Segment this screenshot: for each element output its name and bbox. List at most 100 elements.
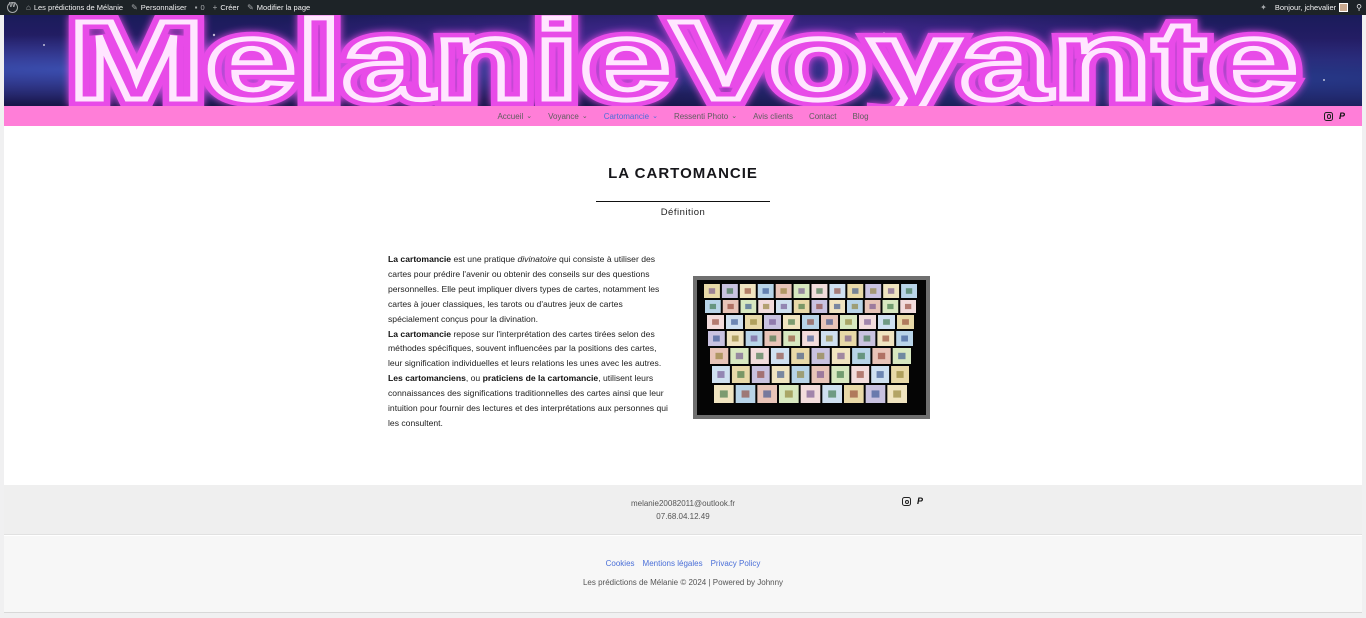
instagram-icon[interactable]	[1324, 111, 1333, 121]
text-span: , ou	[465, 373, 483, 384]
new-content-link[interactable]: + Créer	[209, 0, 243, 15]
site-footer: Cookies Mentions légales Privacy Policy …	[4, 536, 1362, 612]
tarot-card-figure	[784, 390, 793, 398]
tarot-card-figure	[727, 303, 734, 310]
tarot-card-figure	[780, 303, 788, 310]
footer-contact: melanie20082011@outlook.fr 07.68.04.12.4…	[4, 497, 1362, 523]
banner-neon-core: MelanieVoyante	[68, 15, 1298, 106]
paragraph-1: La cartomancie est une pratique divinato…	[388, 252, 673, 327]
tarot-card-figure	[901, 335, 908, 342]
tarot-card-figure	[857, 352, 865, 360]
nav-item-label: Blog	[852, 111, 869, 121]
tarot-card-figure	[816, 352, 825, 360]
search-button[interactable]: ⚲	[1352, 0, 1366, 15]
comment-icon: ▪	[194, 2, 198, 12]
tarot-card-figure	[870, 288, 877, 294]
tarot-card-figure	[849, 390, 858, 398]
tarot-card-figure	[777, 371, 785, 378]
nav-item-cartomancie[interactable]: Cartomancie ⌄	[596, 106, 666, 126]
wordpress-menu[interactable]	[0, 0, 22, 15]
tarot-card-figure	[896, 371, 904, 378]
tarot-card-figure	[776, 352, 784, 360]
avatar	[1339, 3, 1349, 12]
nav-item-label: Cartomancie	[603, 111, 650, 121]
paypal-icon[interactable]: P	[917, 497, 926, 506]
tarot-card-figure	[745, 303, 752, 310]
tarot-card-figure	[762, 288, 769, 294]
tarot-card-figure	[756, 352, 764, 360]
tarot-card-figure	[763, 390, 772, 398]
tarot-card-figure	[856, 371, 864, 378]
tarot-card-figure	[845, 319, 852, 325]
footer-link-cookies[interactable]: Cookies	[606, 559, 635, 568]
tarot-card-figure	[876, 371, 884, 378]
tarot-card-figure	[750, 335, 758, 342]
nav-item-voyance[interactable]: Voyance ⌄	[540, 106, 596, 126]
text-span: qui consiste à utiliser des cartes pour …	[388, 254, 660, 324]
my-account-menu[interactable]: Bonjour, jchevalier	[1271, 0, 1352, 15]
sparkle-icon: ✦	[1260, 2, 1267, 12]
footer-link-legal[interactable]: Mentions légales	[643, 559, 703, 568]
nav-item-avis-clients[interactable]: Avis clients	[745, 106, 801, 126]
tarot-card-figure	[750, 319, 757, 325]
chevron-down-icon: ⌄	[652, 112, 658, 120]
tarot-card-figure	[816, 371, 825, 378]
nav-item-ressenti-photo[interactable]: Ressenti Photo ⌄	[666, 106, 745, 126]
wordpress-logo-icon	[7, 2, 18, 13]
tarot-card-figure	[757, 371, 765, 378]
contact-email[interactable]: melanie20082011@outlook.fr	[4, 497, 1362, 510]
tarot-card-figure	[834, 288, 841, 294]
tarot-card-figure	[788, 319, 795, 325]
tarot-card-figure	[712, 319, 719, 325]
tarot-card-figure	[844, 335, 852, 342]
tarot-card-figure	[807, 319, 814, 325]
plus-icon: +	[212, 2, 218, 12]
footer-link-privacy[interactable]: Privacy Policy	[711, 559, 761, 568]
nav-menu: Accueil ⌄ Voyance ⌄ Cartomancie ⌄ Ressenti Pho…	[4, 106, 1362, 126]
nav-item-blog[interactable]: Blog	[845, 106, 877, 126]
tarot-card-figure	[798, 288, 805, 294]
tarot-card-figure	[883, 319, 890, 325]
tarot-card-figure	[744, 288, 751, 294]
definition-text: La cartomancie est une pratique divinato…	[388, 252, 673, 431]
site-name-link[interactable]: ⌂ Les prédictions de Mélanie	[22, 0, 127, 15]
nav-item-label: Ressenti Photo	[673, 111, 729, 121]
contact-phone[interactable]: 07.68.04.12.49	[4, 510, 1362, 523]
tarot-card-figure	[735, 352, 744, 360]
tarot-cards-illustration	[704, 284, 917, 403]
tarot-card-figure	[731, 319, 738, 325]
page-title: LA CARTOMANCIE	[608, 165, 758, 182]
tarot-card-figure	[864, 319, 871, 325]
tarot-card-figure	[825, 335, 833, 342]
customize-link[interactable]: ✎ Personnaliser	[127, 0, 191, 15]
header-social-links: P	[1324, 106, 1348, 126]
tarot-card-figure	[863, 335, 871, 342]
header-banner[interactable]: MelanieVoyante MelanieVoyante	[4, 15, 1362, 106]
tarot-card-figure	[837, 352, 845, 360]
tarot-cards-photo	[693, 276, 930, 419]
copyright: Les prédictions de Mélanie © 2024 | Powe…	[582, 578, 784, 587]
edit-page-label: Modifier la page	[256, 3, 311, 12]
customize-label: Personnaliser	[140, 3, 187, 12]
banner-logo-image: MelanieVoyante MelanieVoyante	[43, 15, 1325, 106]
page: MelanieVoyante MelanieVoyante Accueil ⌄ Vo…	[4, 15, 1362, 613]
text-span: est une pratique	[451, 254, 518, 264]
bold-term: Les cartomanciens	[388, 373, 466, 384]
tarot-card-figure	[869, 303, 876, 310]
tarot-card-figure	[826, 319, 833, 325]
tarot-card-figure	[769, 319, 776, 325]
edit-page-link[interactable]: ✎ Modifier la page	[243, 0, 314, 15]
tarot-card-figure	[737, 371, 745, 378]
nav-item-accueil[interactable]: Accueil ⌄	[489, 106, 540, 126]
nav-item-contact[interactable]: Contact	[801, 106, 845, 126]
instagram-icon[interactable]	[902, 497, 911, 506]
paypal-icon[interactable]: P	[1339, 111, 1348, 121]
tarot-card-figure	[713, 335, 720, 342]
ai-assistant-button[interactable]: ✦	[1256, 0, 1271, 15]
paragraph-2: La cartomancie repose sur l'interprétati…	[388, 327, 673, 372]
comments-count: 0	[200, 3, 205, 12]
tarot-card-figure	[904, 303, 912, 310]
comments-link[interactable]: ▪ 0	[191, 0, 209, 15]
tarot-card-figure	[833, 303, 841, 310]
tarot-card-figure	[717, 371, 725, 378]
